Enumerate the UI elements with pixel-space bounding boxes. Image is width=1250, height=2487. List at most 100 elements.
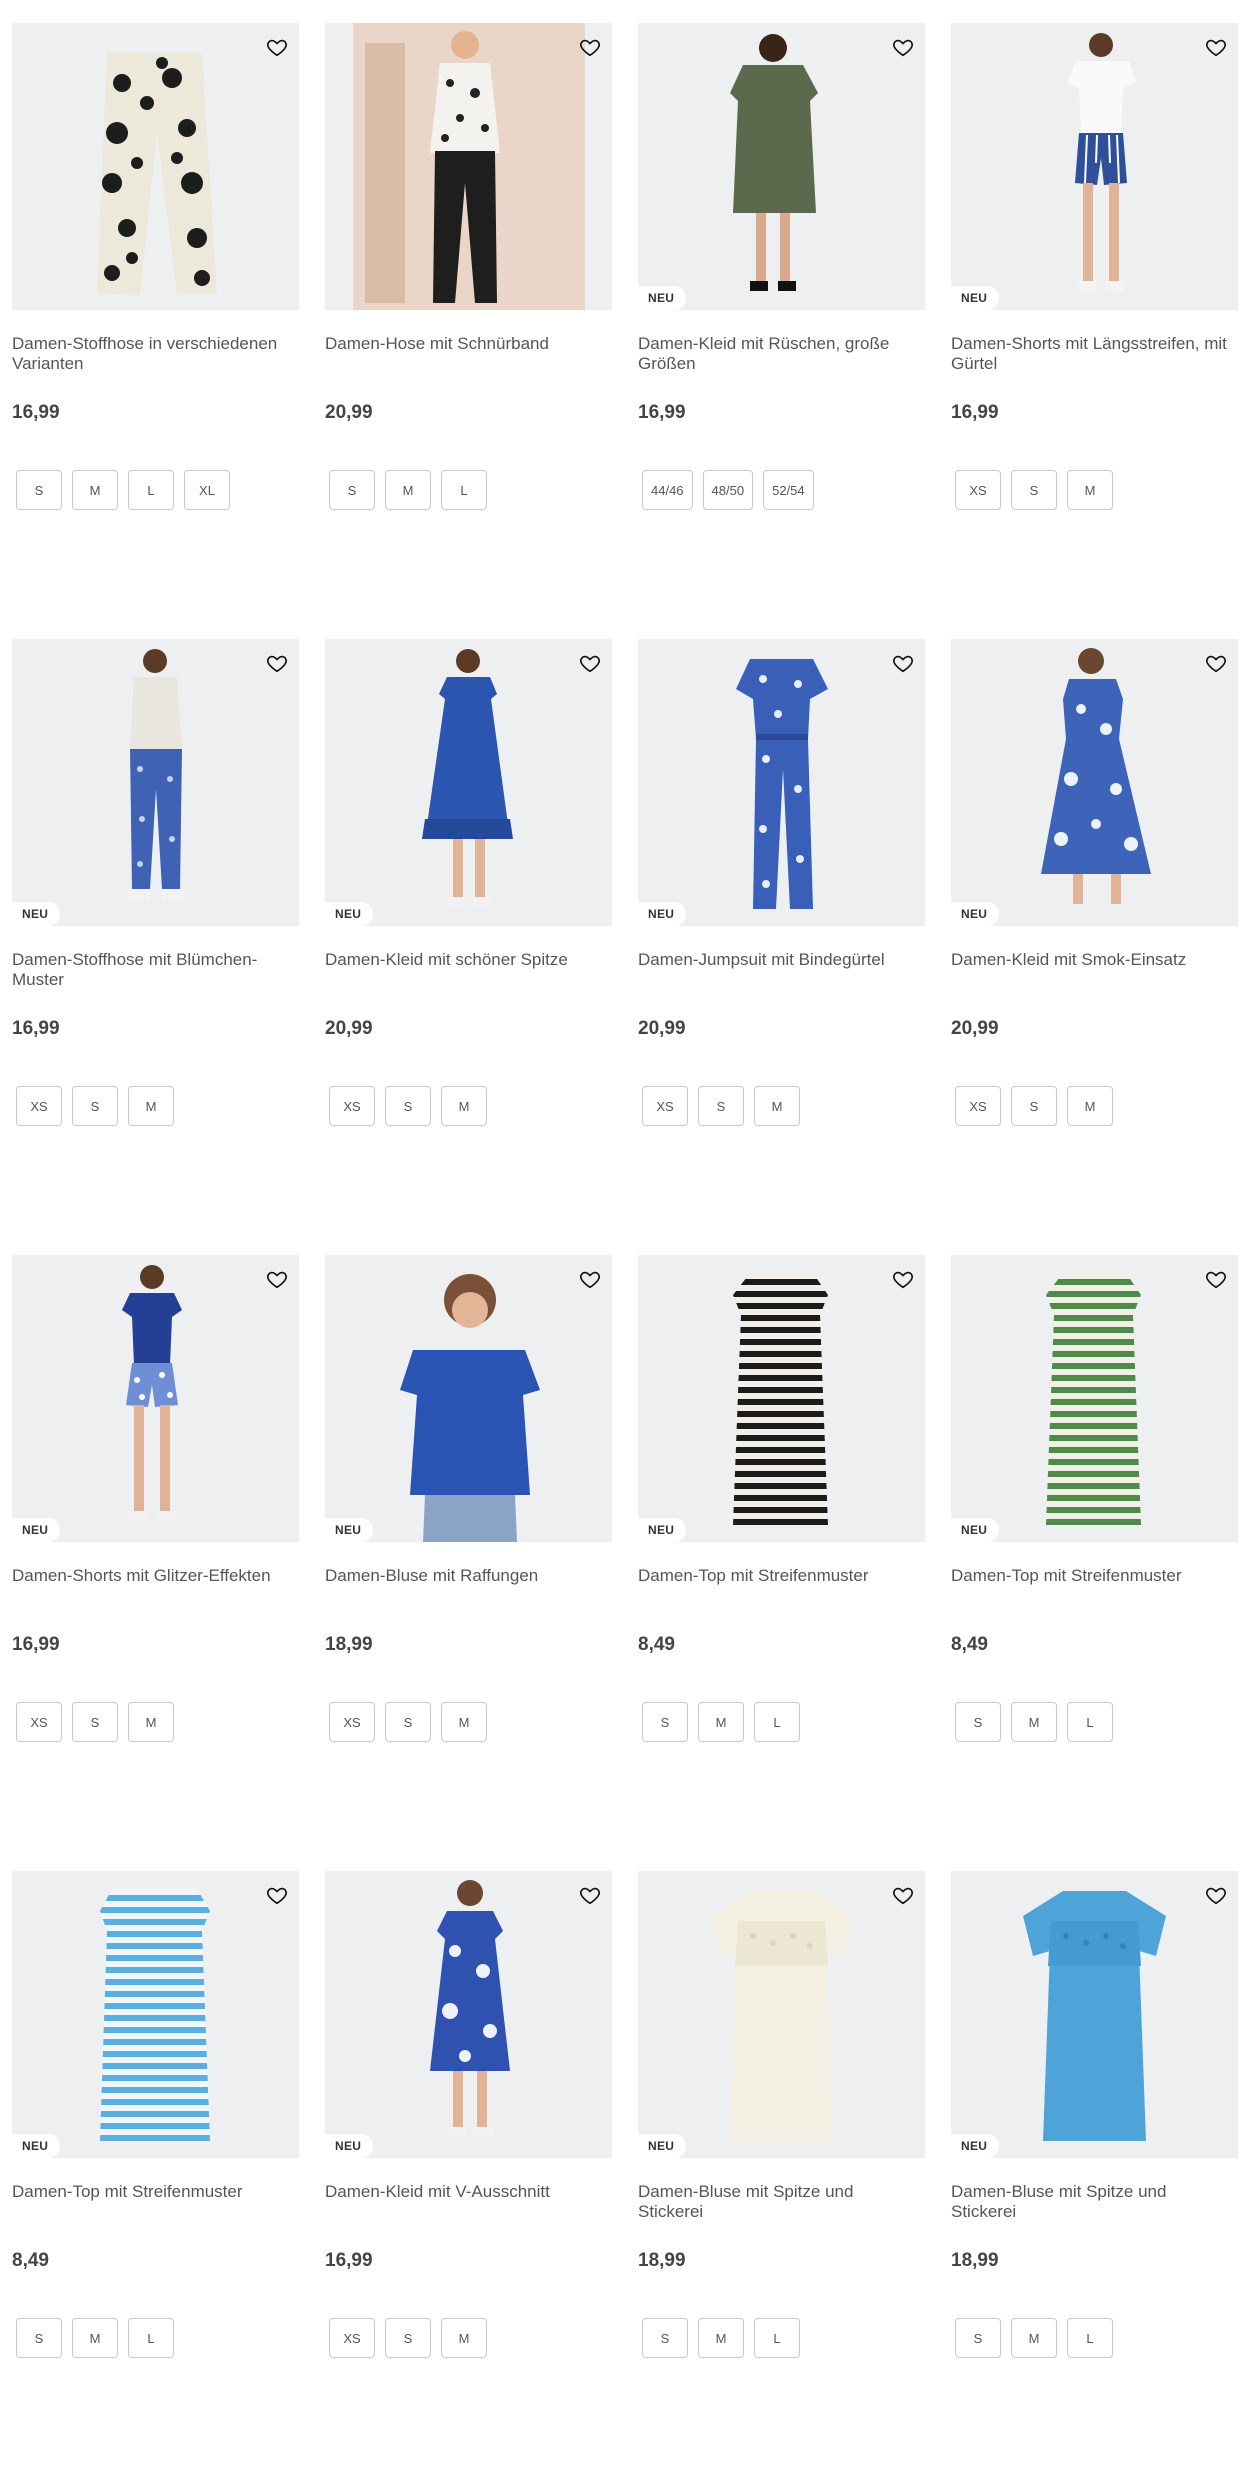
- product-name[interactable]: Damen-Bluse mit Raffungen: [325, 1566, 612, 1606]
- size-chip[interactable]: S: [385, 1086, 431, 1126]
- product-name[interactable]: Damen-Top mit Streifenmuster: [638, 1566, 925, 1606]
- size-chip[interactable]: L: [441, 470, 487, 510]
- product-image[interactable]: NEU: [325, 1255, 612, 1542]
- product-image[interactable]: NEU: [12, 1871, 299, 2158]
- product-card[interactable]: NEU Damen-Stoffhose mit Blümchen-Muster …: [12, 639, 299, 1255]
- product-image[interactable]: NEU: [325, 639, 612, 926]
- favorite-button[interactable]: [889, 33, 917, 61]
- size-chip[interactable]: M: [385, 470, 431, 510]
- size-chip[interactable]: M: [72, 470, 118, 510]
- size-chip[interactable]: M: [1067, 470, 1113, 510]
- size-chip[interactable]: M: [1011, 2318, 1057, 2358]
- size-chip[interactable]: S: [1011, 1086, 1057, 1126]
- size-chip[interactable]: M: [128, 1702, 174, 1742]
- size-chip[interactable]: XS: [16, 1086, 62, 1126]
- size-chip[interactable]: M: [441, 1086, 487, 1126]
- product-image[interactable]: NEU: [325, 1871, 612, 2158]
- product-card[interactable]: NEU Damen-Top mit Streifenmuster 8,49 S …: [12, 1871, 299, 2487]
- product-card[interactable]: NEU Damen-Kleid mit Smok-Einsatz 20,99 X…: [951, 639, 1238, 1255]
- product-card[interactable]: NEU Damen-Bluse mit Raffungen 18,99 XS S…: [325, 1255, 612, 1871]
- size-chip[interactable]: XS: [329, 1702, 375, 1742]
- size-chip[interactable]: L: [1067, 2318, 1113, 2358]
- favorite-button[interactable]: [576, 649, 604, 677]
- size-chip[interactable]: XL: [184, 470, 230, 510]
- product-image[interactable]: NEU: [638, 639, 925, 926]
- size-chip[interactable]: S: [16, 470, 62, 510]
- size-chip[interactable]: S: [642, 2318, 688, 2358]
- product-card[interactable]: NEU Damen-Top mit Streifenmuster 8,49 S …: [638, 1255, 925, 1871]
- favorite-button[interactable]: [263, 1881, 291, 1909]
- size-chip[interactable]: M: [441, 2318, 487, 2358]
- product-image[interactable]: NEU: [638, 1255, 925, 1542]
- favorite-button[interactable]: [263, 1265, 291, 1293]
- product-name[interactable]: Damen-Stoffhose in verschiedenen Variant…: [12, 334, 299, 374]
- size-chip[interactable]: M: [698, 1702, 744, 1742]
- product-card[interactable]: NEU Damen-Kleid mit schöner Spitze 20,99…: [325, 639, 612, 1255]
- size-chip[interactable]: XS: [329, 2318, 375, 2358]
- product-name[interactable]: Damen-Kleid mit schöner Spitze: [325, 950, 612, 990]
- size-chip[interactable]: S: [955, 1702, 1001, 1742]
- size-chip[interactable]: M: [698, 2318, 744, 2358]
- favorite-button[interactable]: [889, 1265, 917, 1293]
- size-chip[interactable]: S: [642, 1702, 688, 1742]
- product-name[interactable]: Damen-Stoffhose mit Blümchen-Muster: [12, 950, 299, 990]
- product-name[interactable]: Damen-Shorts mit Längsstreifen, mit Gürt…: [951, 334, 1238, 374]
- product-card[interactable]: NEU Damen-Kleid mit Rüschen, große Größe…: [638, 23, 925, 639]
- size-chip[interactable]: S: [385, 2318, 431, 2358]
- size-chip[interactable]: M: [1067, 1086, 1113, 1126]
- product-image[interactable]: NEU: [12, 639, 299, 926]
- size-chip[interactable]: 48/50: [702, 470, 754, 510]
- product-card[interactable]: NEU Damen-Jumpsuit mit Bindegürtel 20,99…: [638, 639, 925, 1255]
- product-image[interactable]: [325, 23, 612, 310]
- product-card[interactable]: NEU Damen-Top mit Streifenmuster 8,49 S …: [951, 1255, 1238, 1871]
- product-name[interactable]: Damen-Kleid mit V-Ausschnitt: [325, 2182, 612, 2222]
- product-image[interactable]: NEU: [951, 1255, 1238, 1542]
- product-image[interactable]: NEU: [951, 639, 1238, 926]
- size-chip[interactable]: XS: [955, 470, 1001, 510]
- product-card[interactable]: NEU Damen-Bluse mit Spitze und Stickerei…: [951, 1871, 1238, 2487]
- product-image[interactable]: [12, 23, 299, 310]
- product-image[interactable]: NEU: [638, 1871, 925, 2158]
- favorite-button[interactable]: [263, 33, 291, 61]
- product-card[interactable]: NEU Damen-Shorts mit Glitzer-Effekten 16…: [12, 1255, 299, 1871]
- size-chip[interactable]: M: [128, 1086, 174, 1126]
- size-chip[interactable]: 44/46: [642, 470, 693, 510]
- product-card[interactable]: NEU Damen-Kleid mit V-Ausschnitt 16,99 X…: [325, 1871, 612, 2487]
- product-name[interactable]: Damen-Hose mit Schnürband: [325, 334, 612, 374]
- size-chip[interactable]: M: [754, 1086, 800, 1126]
- size-chip[interactable]: S: [385, 1702, 431, 1742]
- favorite-button[interactable]: [576, 33, 604, 61]
- favorite-button[interactable]: [1202, 649, 1230, 677]
- product-name[interactable]: Damen-Bluse mit Spitze und Stickerei: [638, 2182, 925, 2222]
- product-image[interactable]: NEU: [951, 1871, 1238, 2158]
- product-name[interactable]: Damen-Kleid mit Smok-Einsatz: [951, 950, 1238, 990]
- size-chip[interactable]: S: [72, 1702, 118, 1742]
- product-card[interactable]: NEU Damen-Bluse mit Spitze und Stickerei…: [638, 1871, 925, 2487]
- product-card[interactable]: NEU Damen-Shorts mit Längsstreifen, mit …: [951, 23, 1238, 639]
- favorite-button[interactable]: [1202, 1881, 1230, 1909]
- size-chip[interactable]: S: [955, 2318, 1001, 2358]
- size-chip[interactable]: L: [1067, 1702, 1113, 1742]
- favorite-button[interactable]: [1202, 33, 1230, 61]
- product-card[interactable]: Damen-Hose mit Schnürband 20,99 S M L: [325, 23, 612, 639]
- product-image[interactable]: NEU: [12, 1255, 299, 1542]
- product-name[interactable]: Damen-Jumpsuit mit Bindegürtel: [638, 950, 925, 990]
- favorite-button[interactable]: [263, 649, 291, 677]
- size-chip[interactable]: M: [441, 1702, 487, 1742]
- size-chip[interactable]: S: [72, 1086, 118, 1126]
- size-chip[interactable]: L: [128, 470, 174, 510]
- size-chip[interactable]: S: [329, 470, 375, 510]
- size-chip[interactable]: 52/54: [763, 470, 814, 510]
- size-chip[interactable]: S: [698, 1086, 744, 1126]
- size-chip[interactable]: XS: [329, 1086, 375, 1126]
- favorite-button[interactable]: [1202, 1265, 1230, 1293]
- size-chip[interactable]: XS: [955, 1086, 1001, 1126]
- size-chip[interactable]: S: [1011, 470, 1057, 510]
- product-name[interactable]: Damen-Bluse mit Spitze und Stickerei: [951, 2182, 1238, 2222]
- product-name[interactable]: Damen-Top mit Streifenmuster: [12, 2182, 299, 2222]
- size-chip[interactable]: L: [128, 2318, 174, 2358]
- favorite-button[interactable]: [576, 1881, 604, 1909]
- product-name[interactable]: Damen-Shorts mit Glitzer-Effekten: [12, 1566, 299, 1606]
- size-chip[interactable]: L: [754, 2318, 800, 2358]
- product-card[interactable]: Damen-Stoffhose in verschiedenen Variant…: [12, 23, 299, 639]
